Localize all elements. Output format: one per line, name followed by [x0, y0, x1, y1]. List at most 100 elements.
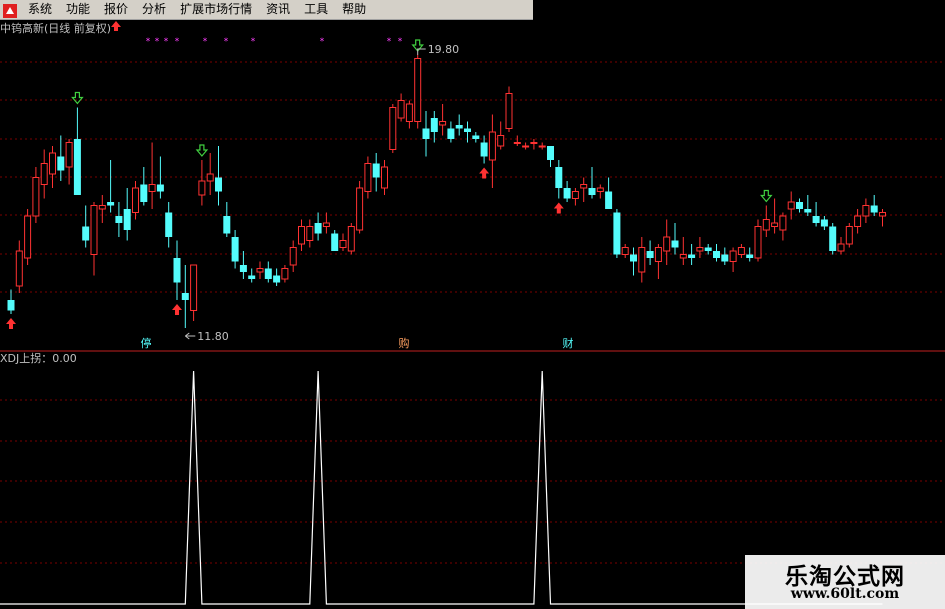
- signal-arrows: [6, 39, 773, 329]
- signal-star-icon: *: [224, 37, 229, 47]
- candle-body-down: [215, 177, 222, 192]
- candle-body-down: [613, 212, 621, 255]
- candle-body-down: [115, 216, 123, 223]
- candle-body-up: [24, 215, 32, 259]
- candle-body-down: [804, 209, 812, 213]
- candle-body-down: [248, 275, 256, 279]
- buy-signal-arrow-icon: [6, 318, 16, 329]
- candle-body-down: [812, 216, 820, 223]
- candle-body-up: [306, 226, 314, 241]
- candle-body-down: [464, 128, 471, 132]
- candle-body-up: [522, 145, 530, 148]
- candle-body-down: [713, 251, 720, 258]
- indicator-label: XDJ上拐：0.00: [0, 351, 77, 365]
- signal-star-icon: *: [164, 37, 169, 47]
- candle-body-down: [796, 202, 803, 209]
- candle-body-down: [156, 184, 164, 192]
- candle-body-up: [621, 247, 629, 255]
- candle-body-up: [206, 173, 214, 182]
- candle-body-down: [646, 251, 654, 258]
- candle-body-down: [123, 209, 131, 230]
- candle-body-up: [762, 219, 770, 231]
- event-label-suspend[interactable]: 停: [141, 336, 152, 350]
- candle-body-up: [356, 187, 364, 231]
- candle-body-down: [480, 142, 488, 157]
- candle-body-up: [488, 131, 496, 161]
- candle-body-up: [49, 152, 56, 175]
- watermark: 乐淘公式网 www.60lt.com: [745, 555, 945, 609]
- candle-body-up: [289, 247, 297, 266]
- candle-body-up: [779, 215, 787, 231]
- candle-body-down: [721, 254, 729, 262]
- candle-body-up: [505, 93, 513, 129]
- sell-signal-arrow-icon: [760, 189, 773, 203]
- event-label-buyback[interactable]: 购: [399, 336, 410, 350]
- stock-chart[interactable]: * * * * * * * * * * 中钨高新(日线 前复权) 19.80 11.80 停 购 …: [0, 0, 945, 609]
- candle-body-up: [281, 268, 289, 280]
- signal-star-icon: *: [398, 37, 403, 47]
- candle-body-up: [696, 247, 704, 252]
- candle-body-up: [845, 226, 853, 245]
- signal-star-icon: *: [175, 37, 180, 47]
- candle-body-up: [754, 226, 762, 259]
- sell-signal-arrow-icon: [71, 91, 84, 105]
- candle-body-up: [787, 201, 795, 210]
- candle-body-down: [181, 293, 189, 300]
- candle-body-down: [630, 254, 637, 262]
- candle-body-up: [256, 268, 264, 273]
- candle-body-down: [82, 226, 90, 241]
- title-up-arrow-icon: [111, 21, 121, 31]
- candle-body-up: [90, 205, 98, 255]
- candle-body-up: [663, 236, 671, 252]
- candle-body-down: [331, 233, 339, 251]
- candle-body-down: [57, 156, 65, 171]
- candle-body-down: [829, 226, 837, 251]
- candle-body-down: [547, 146, 554, 160]
- candle-body-down: [140, 184, 148, 202]
- candle-body-down: [231, 237, 239, 262]
- candle-body-down: [870, 205, 878, 213]
- candle-body-up: [381, 166, 388, 189]
- signal-star-icon: *: [387, 37, 392, 47]
- candle-body-down: [588, 188, 596, 195]
- candle-body-up: [638, 247, 646, 273]
- candle-body-down: [472, 135, 480, 139]
- candle-body-up: [596, 187, 604, 192]
- event-label-finance[interactable]: 财: [563, 336, 574, 350]
- candle-body-down: [455, 125, 463, 129]
- low-price-pointer-icon: [185, 332, 196, 340]
- candle-body-up: [15, 250, 23, 287]
- candle-body-up: [580, 184, 588, 189]
- candle-body-up: [190, 264, 198, 311]
- candle-body-down: [746, 254, 754, 258]
- candle-body-up: [40, 163, 48, 185]
- candle-body-down: [555, 167, 563, 188]
- candle-body-up: [513, 142, 521, 144]
- candle-body-down: [264, 268, 272, 279]
- candle-body-up: [737, 247, 745, 255]
- candle-body-down: [447, 128, 455, 139]
- candle-body-up: [571, 191, 579, 199]
- chart-title: 中钨高新(日线 前复权): [0, 21, 111, 35]
- candle-body-up: [397, 100, 405, 119]
- candle-body-down: [422, 128, 430, 139]
- candle-body-up: [729, 250, 737, 262]
- candle-body-up: [198, 180, 206, 196]
- candle-body-up: [32, 177, 40, 217]
- candle-body-up: [347, 226, 355, 252]
- candle-body-up: [389, 107, 397, 150]
- candle-body-up: [439, 121, 447, 126]
- signal-star-icon: *: [155, 37, 160, 47]
- candle-body-down: [73, 139, 81, 195]
- candle-body-down: [107, 202, 115, 206]
- candle-body-up: [364, 163, 372, 192]
- buy-signal-arrow-icon: [553, 202, 564, 214]
- candle-body-up: [530, 142, 538, 144]
- candle-body-down: [314, 223, 322, 234]
- candle-body-up: [497, 135, 505, 147]
- candle-body-up: [322, 222, 330, 227]
- candle-body-down: [165, 212, 173, 237]
- candle-body-down: [239, 265, 247, 272]
- candle-body-up: [298, 226, 305, 245]
- signal-star-icon: *: [146, 37, 151, 47]
